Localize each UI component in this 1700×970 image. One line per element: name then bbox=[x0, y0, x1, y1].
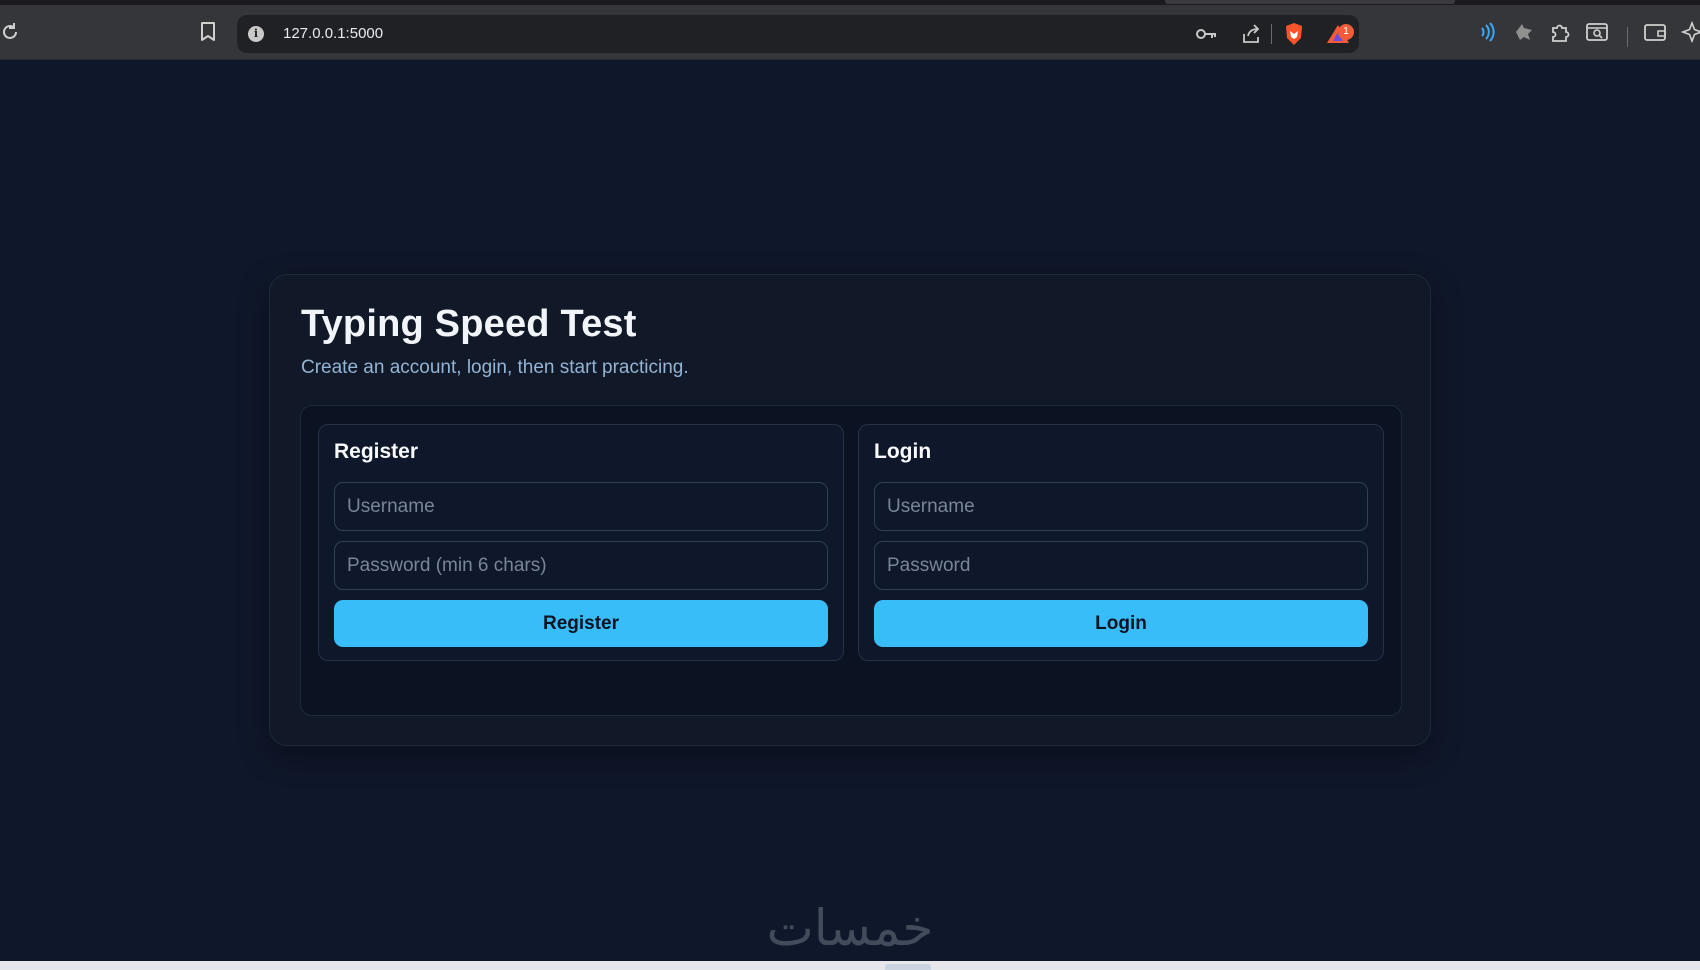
wallet-icon[interactable] bbox=[1641, 18, 1669, 46]
bottom-handle bbox=[885, 964, 931, 970]
page-title: Typing Speed Test bbox=[301, 303, 637, 345]
register-heading: Register bbox=[334, 440, 419, 463]
main-card: Typing Speed Test Create an account, log… bbox=[269, 274, 1431, 746]
brave-shield-icon[interactable] bbox=[1280, 20, 1308, 48]
speech-icon[interactable] bbox=[1473, 18, 1501, 46]
page-subtitle: Create an account, login, then start pra… bbox=[301, 357, 689, 378]
leo-ai-icon[interactable] bbox=[1678, 18, 1700, 46]
password-key-icon[interactable] bbox=[1193, 20, 1221, 48]
login-heading: Login bbox=[874, 440, 932, 463]
separator bbox=[1627, 27, 1628, 47]
extensions-puzzle-icon[interactable] bbox=[1546, 18, 1574, 46]
separator bbox=[1271, 24, 1272, 44]
share-icon[interactable] bbox=[1237, 20, 1265, 48]
login-password-input[interactable] bbox=[874, 541, 1368, 590]
notification-badge: 1 bbox=[1338, 24, 1354, 40]
tab-edge bbox=[1165, 0, 1455, 4]
reload-icon[interactable] bbox=[0, 18, 24, 46]
address-bar[interactable]: i 127.0.0.1:5000 bbox=[237, 15, 1359, 53]
wolf-extension-icon[interactable] bbox=[1510, 18, 1538, 46]
register-username-input[interactable] bbox=[334, 482, 828, 531]
register-button[interactable]: Register bbox=[334, 600, 828, 647]
bottom-bar bbox=[0, 961, 1700, 970]
watermark-logo: خمسات bbox=[766, 899, 934, 957]
url-text[interactable]: 127.0.0.1:5000 bbox=[283, 15, 383, 53]
browser-toolbar: i 127.0.0.1:5000 1 bbox=[0, 5, 1700, 60]
login-button[interactable]: Login bbox=[874, 600, 1368, 647]
login-username-input[interactable] bbox=[874, 482, 1368, 531]
register-password-input[interactable] bbox=[334, 541, 828, 590]
bookmark-icon[interactable] bbox=[194, 18, 222, 46]
register-panel: Register Register bbox=[318, 424, 844, 661]
reader-mode-icon[interactable] bbox=[1583, 18, 1611, 46]
auth-container: Register Register Login Login bbox=[300, 405, 1402, 716]
login-panel: Login Login bbox=[858, 424, 1384, 661]
site-info-icon[interactable]: i bbox=[248, 26, 264, 42]
